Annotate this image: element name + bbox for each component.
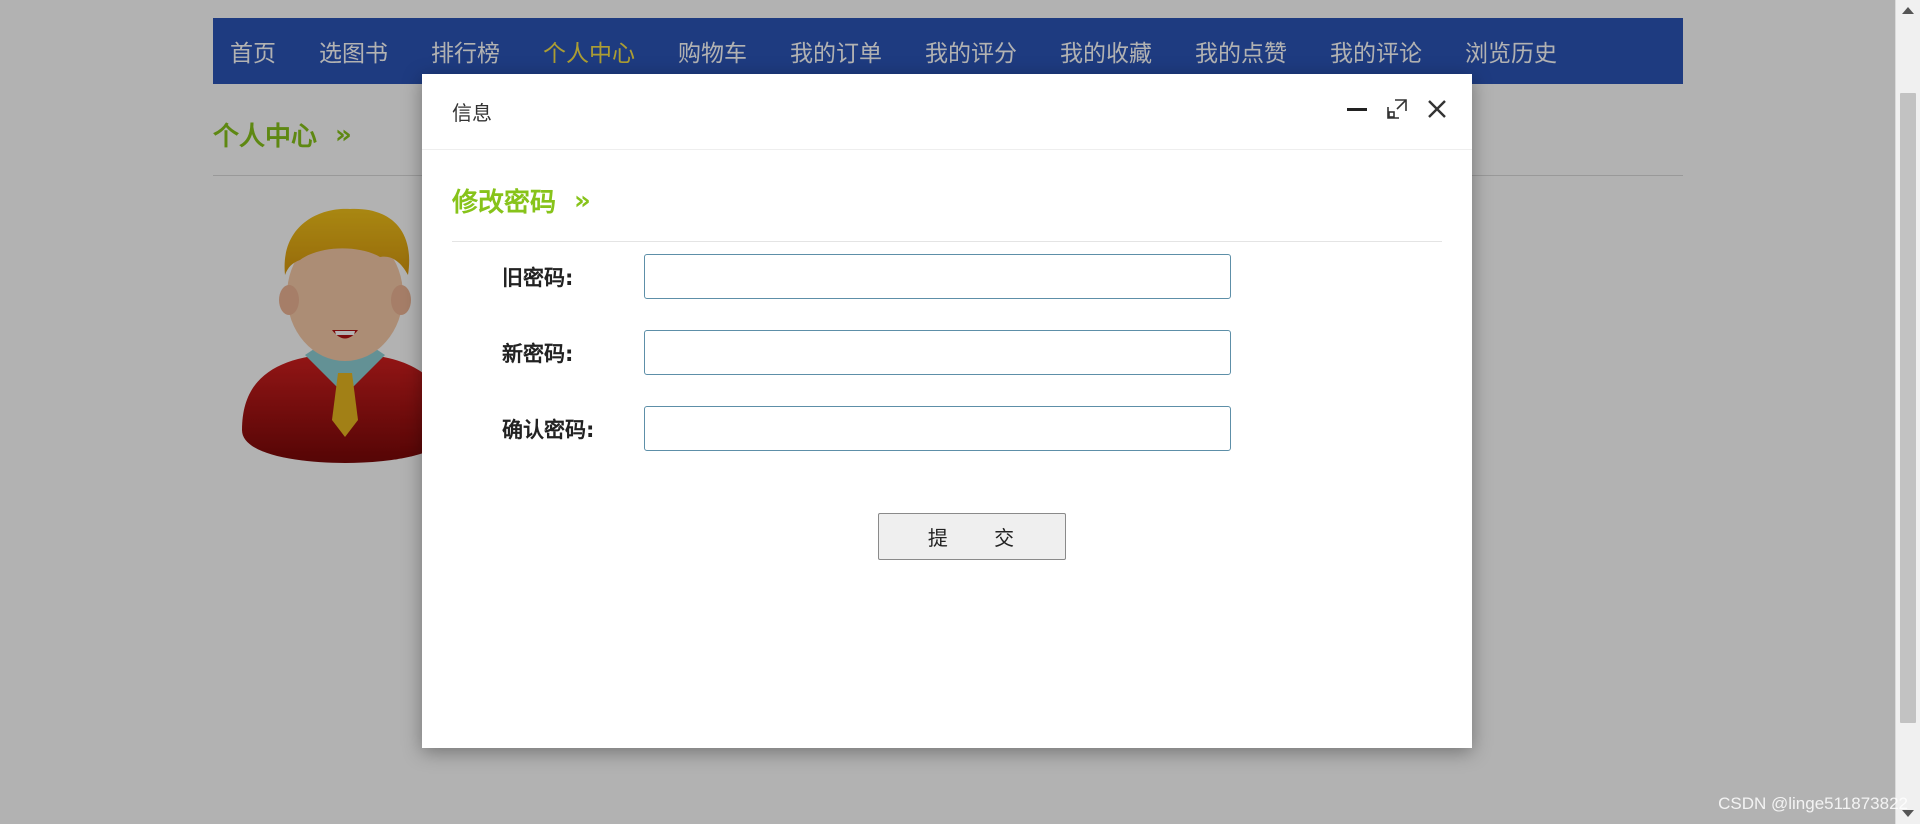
- double-chevron-icon: »: [574, 185, 591, 216]
- dialog-title: 信息: [452, 101, 492, 125]
- dialog-controls: [1346, 98, 1448, 120]
- watermark: CSDN @linge511873822: [1718, 794, 1908, 813]
- section-heading: 修改密码 »: [452, 182, 591, 219]
- info-dialog: 信息 修改密码 » 旧密码: 新密码: 确认密码: 提 交: [422, 74, 1472, 748]
- submit-button[interactable]: 提 交: [878, 513, 1066, 560]
- minimize-icon[interactable]: [1346, 98, 1368, 120]
- dialog-header: 信息: [422, 74, 1472, 150]
- confirm-password-row: 确认密码:: [502, 406, 1231, 451]
- old-password-label: 旧密码:: [502, 265, 574, 290]
- old-password-input[interactable]: [644, 254, 1231, 299]
- old-password-row: 旧密码:: [502, 254, 1231, 299]
- new-password-input[interactable]: [644, 330, 1231, 375]
- maximize-icon[interactable]: [1386, 98, 1408, 120]
- new-password-label: 新密码:: [502, 341, 574, 366]
- scroll-up-icon[interactable]: [1902, 7, 1914, 14]
- confirm-password-input[interactable]: [644, 406, 1231, 451]
- new-password-row: 新密码:: [502, 330, 1231, 375]
- page-scrollbar[interactable]: [1895, 0, 1920, 824]
- section-heading-text: 修改密码: [452, 188, 557, 218]
- section-divider: [452, 241, 1442, 242]
- confirm-password-label: 确认密码:: [502, 417, 595, 442]
- scrollbar-thumb[interactable]: [1900, 93, 1916, 723]
- close-icon[interactable]: [1426, 98, 1448, 120]
